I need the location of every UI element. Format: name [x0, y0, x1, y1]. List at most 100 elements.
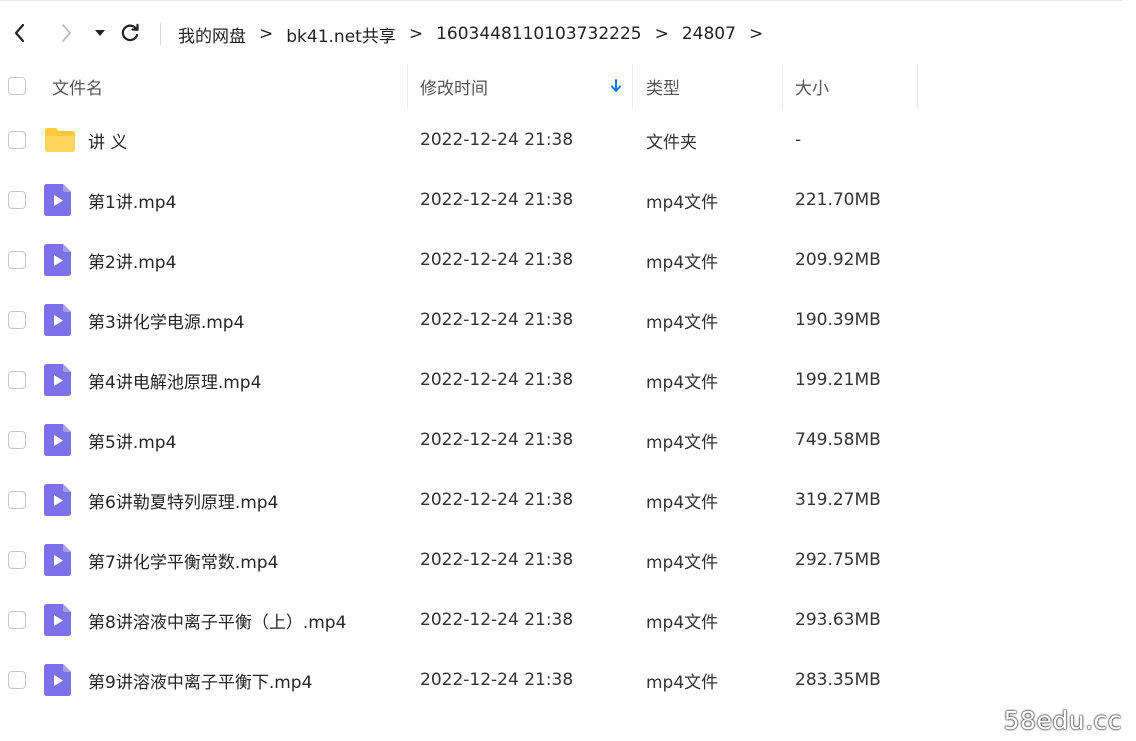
column-divider: [782, 64, 783, 108]
history-dropdown-button[interactable]: [88, 19, 112, 47]
file-size: 190.39MB: [795, 310, 881, 330]
file-browser: 我的网盘 > bk41.net共享 > 1603448110103732225 …: [0, 0, 1136, 741]
breadcrumb-separator: >: [654, 24, 669, 44]
file-type: mp4文件: [646, 432, 719, 453]
file-list: 讲 义 2022-12-24 21:38 文件夹 - 第1讲.mp4 2022-12-24…: [0, 110, 1136, 710]
modified-time: 2022-12-24 21:38: [420, 610, 574, 630]
nav-divider: [160, 23, 161, 45]
column-header-name[interactable]: 文件名: [52, 64, 103, 108]
file-icon-cell: [44, 290, 72, 350]
table-row[interactable]: 第6讲勒夏特列原理.mp4 2022-12-24 21:38 mp4文件 319.27…: [0, 470, 1136, 530]
file-name[interactable]: 讲 义: [88, 110, 127, 170]
row-checkbox-cell: [8, 650, 26, 710]
row-checkbox[interactable]: [8, 191, 26, 209]
column-header-size[interactable]: 大小: [795, 64, 829, 108]
back-button[interactable]: [6, 19, 34, 47]
column-header-type[interactable]: 类型: [646, 64, 680, 108]
row-checkbox[interactable]: [8, 551, 26, 569]
row-checkbox-cell: [8, 230, 26, 290]
folder-icon: [45, 128, 75, 152]
navigation-bar: 我的网盘 > bk41.net共享 > 1603448110103732225 …: [0, 0, 1122, 64]
file-name[interactable]: 第1讲.mp4: [88, 170, 176, 230]
row-checkbox-cell: [8, 410, 26, 470]
breadcrumb-item-share[interactable]: bk41.net共享: [286, 22, 396, 47]
row-checkbox-cell: [8, 290, 26, 350]
row-checkbox[interactable]: [8, 671, 26, 689]
file-size: 292.75MB: [795, 550, 881, 570]
table-row[interactable]: 第2讲.mp4 2022-12-24 21:38 mp4文件 209.92MB: [0, 230, 1136, 290]
forward-button[interactable]: [52, 19, 80, 47]
file-icon-cell: [44, 650, 72, 710]
file-type: mp4文件: [646, 672, 719, 693]
modified-time: 2022-12-24 21:38: [420, 370, 574, 390]
table-row[interactable]: 第1讲.mp4 2022-12-24 21:38 mp4文件 221.70MB: [0, 170, 1136, 230]
file-name[interactable]: 第5讲.mp4: [88, 410, 176, 470]
video-file-icon: [44, 364, 71, 396]
table-row[interactable]: 第7讲化学平衡常数.mp4 2022-12-24 21:38 mp4文件 292.75…: [0, 530, 1136, 590]
caret-down-icon: [95, 30, 105, 36]
table-row[interactable]: 第3讲化学电源.mp4 2022-12-24 21:38 mp4文件 190.39MB: [0, 290, 1136, 350]
row-checkbox[interactable]: [8, 371, 26, 389]
table-row[interactable]: 第5讲.mp4 2022-12-24 21:38 mp4文件 749.58MB: [0, 410, 1136, 470]
row-checkbox[interactable]: [8, 611, 26, 629]
modified-time: 2022-12-24 21:38: [420, 430, 574, 450]
table-row[interactable]: 第9讲溶液中离子平衡下.mp4 2022-12-24 21:38 mp4文件 283.…: [0, 650, 1136, 710]
file-name[interactable]: 第7讲化学平衡常数.mp4: [88, 530, 278, 590]
table-row[interactable]: 讲 义 2022-12-24 21:38 文件夹 -: [0, 110, 1136, 170]
modified-time: 2022-12-24 21:38: [420, 490, 574, 510]
row-checkbox[interactable]: [8, 431, 26, 449]
file-name[interactable]: 第6讲勒夏特列原理.mp4: [88, 470, 278, 530]
row-checkbox[interactable]: [8, 251, 26, 269]
file-name[interactable]: 第2讲.mp4: [88, 230, 176, 290]
select-all-checkbox[interactable]: [8, 77, 26, 95]
modified-time: 2022-12-24 21:38: [420, 550, 574, 570]
watermark: 58edu.cc: [1003, 706, 1122, 735]
file-size: 199.21MB: [795, 370, 881, 390]
chevron-right-icon: [62, 24, 71, 42]
file-name[interactable]: 第9讲溶液中离子平衡下.mp4: [88, 650, 312, 710]
arrow-down-icon: [611, 79, 621, 92]
file-icon-cell: [44, 530, 72, 590]
breadcrumb-separator: >: [259, 24, 274, 44]
file-type: mp4文件: [646, 312, 719, 333]
file-name[interactable]: 第4讲电解池原理.mp4: [88, 350, 261, 410]
file-size: 221.70MB: [795, 190, 881, 210]
column-header-time-label: 修改时间: [420, 78, 488, 99]
row-checkbox-cell: [8, 110, 26, 170]
row-checkbox-cell: [8, 170, 26, 230]
modified-time: 2022-12-24 21:38: [420, 670, 574, 690]
video-file-icon: [44, 544, 71, 576]
file-type: mp4文件: [646, 252, 719, 273]
breadcrumb-item-root[interactable]: 我的网盘: [178, 22, 246, 47]
row-checkbox[interactable]: [8, 491, 26, 509]
video-file-icon: [44, 484, 71, 516]
row-checkbox-cell: [8, 470, 26, 530]
file-type: mp4文件: [646, 192, 719, 213]
row-checkbox[interactable]: [8, 131, 26, 149]
file-type: mp4文件: [646, 552, 719, 573]
column-divider: [407, 64, 408, 108]
file-icon-cell: [44, 470, 72, 530]
file-name[interactable]: 第3讲化学电源.mp4: [88, 290, 244, 350]
breadcrumb: 我的网盘 > bk41.net共享 > 1603448110103732225 …: [178, 21, 763, 47]
breadcrumb-separator: >: [408, 24, 424, 44]
modified-time: 2022-12-24 21:38: [420, 310, 574, 330]
table-row[interactable]: 第4讲电解池原理.mp4 2022-12-24 21:38 mp4文件 199.21M…: [0, 350, 1136, 410]
row-checkbox[interactable]: [8, 311, 26, 329]
table-row[interactable]: 第8讲溶液中离子平衡（上）.mp4 2022-12-24 21:38 mp4文件 29…: [0, 590, 1136, 650]
file-size: 209.92MB: [795, 250, 881, 270]
breadcrumb-separator: >: [748, 24, 764, 44]
video-file-icon: [44, 664, 71, 696]
file-size: 283.35MB: [795, 670, 881, 690]
video-file-icon: [44, 244, 71, 276]
file-icon-cell: [44, 590, 72, 650]
refresh-icon: [121, 23, 139, 42]
column-header-time[interactable]: 修改时间: [420, 64, 632, 108]
refresh-button[interactable]: [116, 19, 144, 47]
modified-time: 2022-12-24 21:38: [420, 250, 574, 270]
video-file-icon: [44, 184, 71, 216]
video-file-icon: [44, 604, 71, 636]
file-name[interactable]: 第8讲溶液中离子平衡（上）.mp4: [88, 590, 346, 650]
breadcrumb-item-id[interactable]: 1603448110103732225: [436, 24, 642, 44]
breadcrumb-item-current[interactable]: 24807: [682, 24, 736, 44]
